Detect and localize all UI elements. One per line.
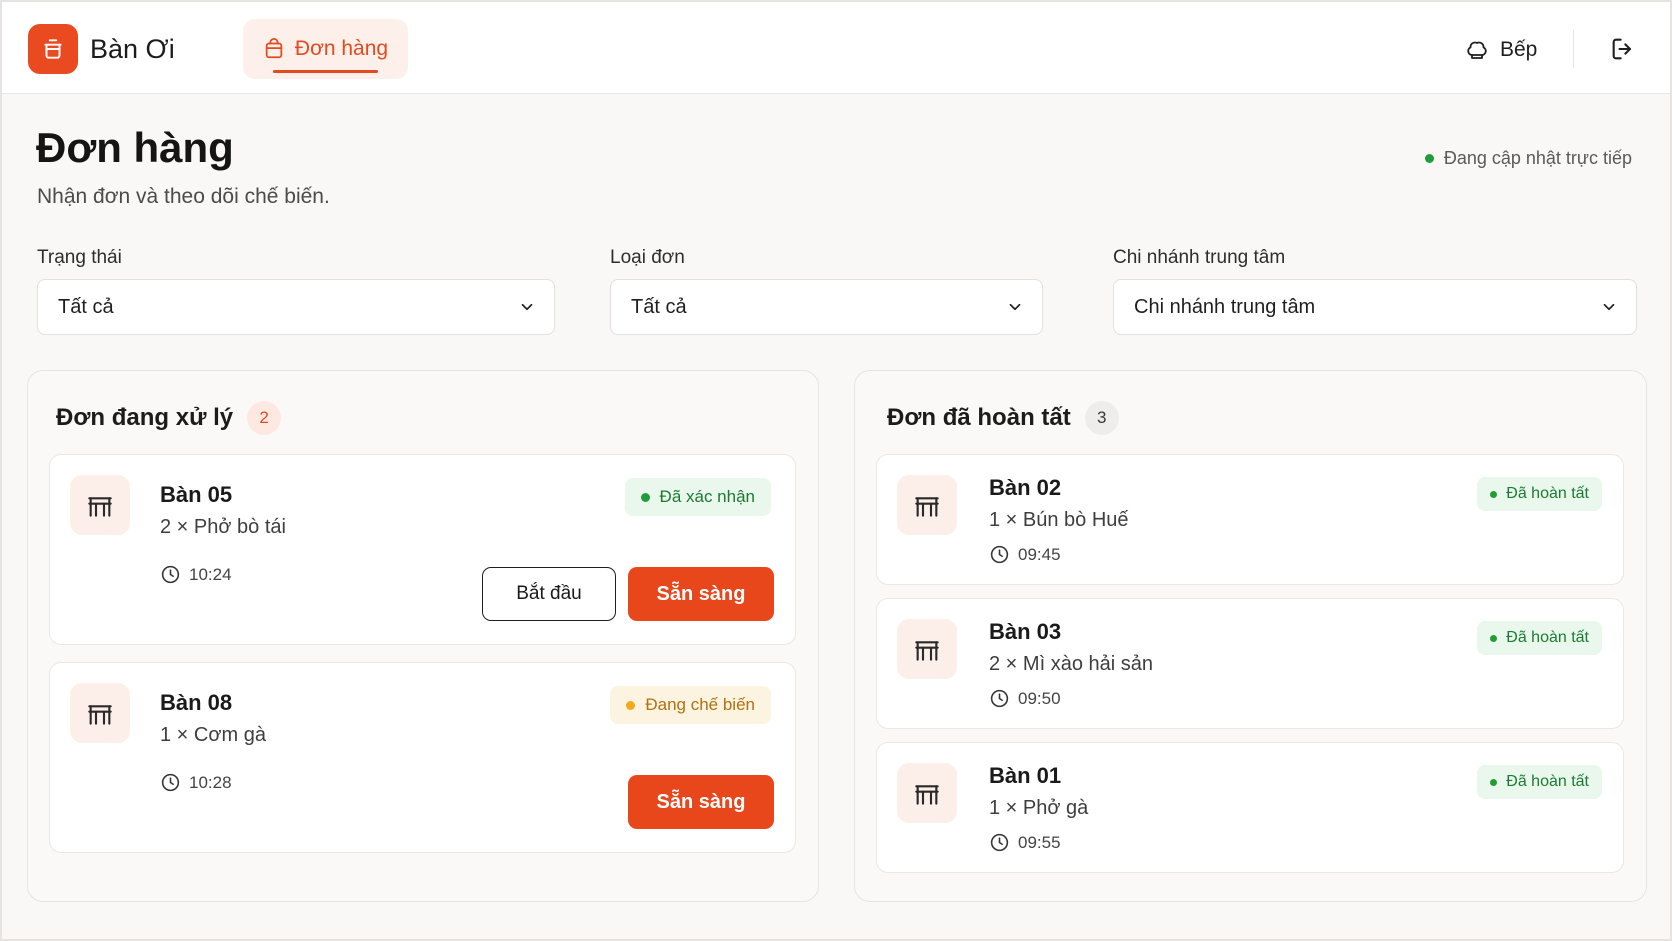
pot-icon[interactable] — [28, 24, 78, 74]
order-time: 10:28 — [160, 772, 232, 793]
filter-type-label: Loại đơn — [610, 247, 685, 268]
status-badge-text: Đã hoàn tất — [1506, 629, 1589, 646]
status-badge: Đang chế biến — [610, 686, 771, 724]
chef-hat-icon — [1467, 41, 1487, 59]
filter-type-select[interactable]: Tất cả — [610, 279, 1043, 335]
completed-panel-title: Đơn đã hoàn tất — [887, 404, 1071, 431]
live-status: Đang cập nhật trực tiếp — [1424, 148, 1632, 169]
status-badge: Đã xác nhận — [624, 478, 771, 516]
ready-button[interactable]: Sẵn sàng — [628, 567, 774, 621]
completed-panel-header: Đơn đã hoàn tất 3 — [887, 401, 1119, 435]
clock-icon — [990, 545, 1009, 564]
live-status-text: Đang cập nhật trực tiếp — [1443, 148, 1632, 168]
order-time-text: 10:24 — [189, 564, 232, 584]
order-time-text: 09:50 — [1018, 688, 1061, 708]
table-icon — [897, 475, 957, 535]
completed-orders-panel: Đơn đã hoàn tất 3 Bàn 02 1 × Bún bò Huế … — [854, 370, 1647, 902]
kitchen-label: Bếp — [1500, 38, 1538, 61]
order-item: 1 × Bún bò Huế — [989, 509, 1129, 531]
status-badge-text: Đã hoàn tất — [1506, 485, 1589, 502]
order-table-name: Bàn 08 — [160, 690, 233, 715]
order-item: 2 × Phở bò tái — [160, 516, 286, 538]
order-card[interactable]: Bàn 03 2 × Mì xào hải sản 09:50 Đã hoàn … — [876, 598, 1624, 729]
order-item: 2 × Mì xào hải sản — [989, 653, 1153, 675]
order-time-text: 09:45 — [1018, 544, 1061, 564]
clock-icon — [161, 565, 180, 584]
processing-count-badge: 2 — [247, 401, 282, 435]
status-badge: Đã hoàn tất — [1477, 477, 1602, 511]
logout-button[interactable] — [1606, 32, 1640, 66]
order-table-name: Bàn 02 — [989, 475, 1062, 500]
status-dot — [1490, 634, 1498, 642]
page-title: Đơn hàng — [36, 124, 234, 171]
status-dot — [1490, 778, 1498, 786]
order-card[interactable]: Bàn 08 1 × Cơm gà 10:28 Đang chế biến Sẵ… — [49, 662, 796, 853]
status-badge: Đã hoàn tất — [1477, 621, 1602, 655]
order-time: 10:24 — [160, 564, 232, 585]
filter-status-select[interactable]: Tất cả — [37, 279, 555, 335]
order-time-text: 09:55 — [1018, 832, 1061, 852]
order-item: 1 × Phở gà — [989, 797, 1089, 819]
filter-branch-value: Chi nhánh trung tâm — [1134, 295, 1316, 318]
filter-branch-label: Chi nhánh trung tâm — [1113, 247, 1286, 268]
order-time: 09:55 — [989, 832, 1061, 853]
filter-branch-select[interactable]: Chi nhánh trung tâm — [1113, 279, 1637, 335]
page-subtitle: Nhận đơn và theo dõi chế biến. — [37, 185, 330, 208]
ready-button[interactable]: Sẵn sàng — [628, 775, 774, 829]
processing-panel-header: Đơn đang xử lý 2 — [56, 401, 282, 435]
table-icon — [897, 619, 957, 679]
status-badge-text: Đang chế biến — [645, 695, 755, 714]
filter-status-value: Tất cả — [58, 295, 114, 318]
completed-count-badge: 3 — [1084, 401, 1119, 435]
order-time: 09:50 — [989, 688, 1061, 709]
status-dot — [626, 700, 636, 710]
order-table-name: Bàn 01 — [989, 763, 1062, 788]
shopping-bag-icon — [265, 38, 283, 59]
status-dot — [1490, 490, 1498, 498]
order-card[interactable]: Bàn 05 2 × Phở bò tái 10:24 Đã xác nhận … — [49, 454, 796, 645]
filter-status-label: Trạng thái — [37, 247, 122, 268]
nav-tab-label: Đơn hàng — [294, 37, 389, 60]
nav-tab-orders[interactable]: Đơn hàng — [243, 19, 408, 79]
processing-orders-panel: Đơn đang xử lý 2 Bàn 05 2 × Phở bò tái 1… — [27, 370, 819, 902]
clock-icon — [161, 773, 180, 792]
live-dot — [1424, 154, 1434, 163]
brand-name: Bàn Ơi — [90, 34, 175, 64]
order-card[interactable]: Bàn 01 1 × Phở gà 09:55 Đã hoàn tất — [876, 742, 1624, 873]
status-badge-text: Đã hoàn tất — [1506, 773, 1589, 790]
order-item: 1 × Cơm gà — [160, 724, 266, 746]
top-navbar: Bàn Ơi Đơn hàng Bếp — [2, 2, 1670, 94]
app-window: Bàn Ơi Đơn hàng Bếp Đơn hàng Nhận đơn và… — [0, 0, 1672, 941]
start-button[interactable]: Bắt đầu — [482, 567, 616, 621]
table-icon — [70, 683, 130, 743]
order-table-name: Bàn 05 — [160, 482, 233, 507]
order-time: 09:45 — [989, 544, 1061, 565]
chevron-down-icon — [1009, 303, 1021, 311]
processing-panel-title: Đơn đang xử lý — [56, 404, 234, 431]
chevron-down-icon — [1603, 303, 1615, 311]
table-icon — [897, 763, 957, 823]
chevron-down-icon — [521, 303, 533, 311]
order-time-text: 10:28 — [189, 772, 232, 792]
order-table-name: Bàn 03 — [989, 619, 1062, 644]
status-badge-text: Đã xác nhận — [659, 487, 755, 506]
divider — [1573, 30, 1574, 68]
table-icon — [70, 475, 130, 535]
clock-icon — [990, 689, 1009, 708]
status-badge: Đã hoàn tất — [1477, 765, 1602, 799]
kitchen-link[interactable]: Bếp — [1465, 30, 1537, 70]
active-tab-indicator — [273, 70, 378, 73]
order-card[interactable]: Bàn 02 1 × Bún bò Huế 09:45 Đã hoàn tất — [876, 454, 1624, 585]
clock-icon — [990, 833, 1009, 852]
logout-icon — [1612, 38, 1632, 60]
filter-type-value: Tất cả — [631, 295, 687, 318]
status-dot — [640, 492, 650, 502]
